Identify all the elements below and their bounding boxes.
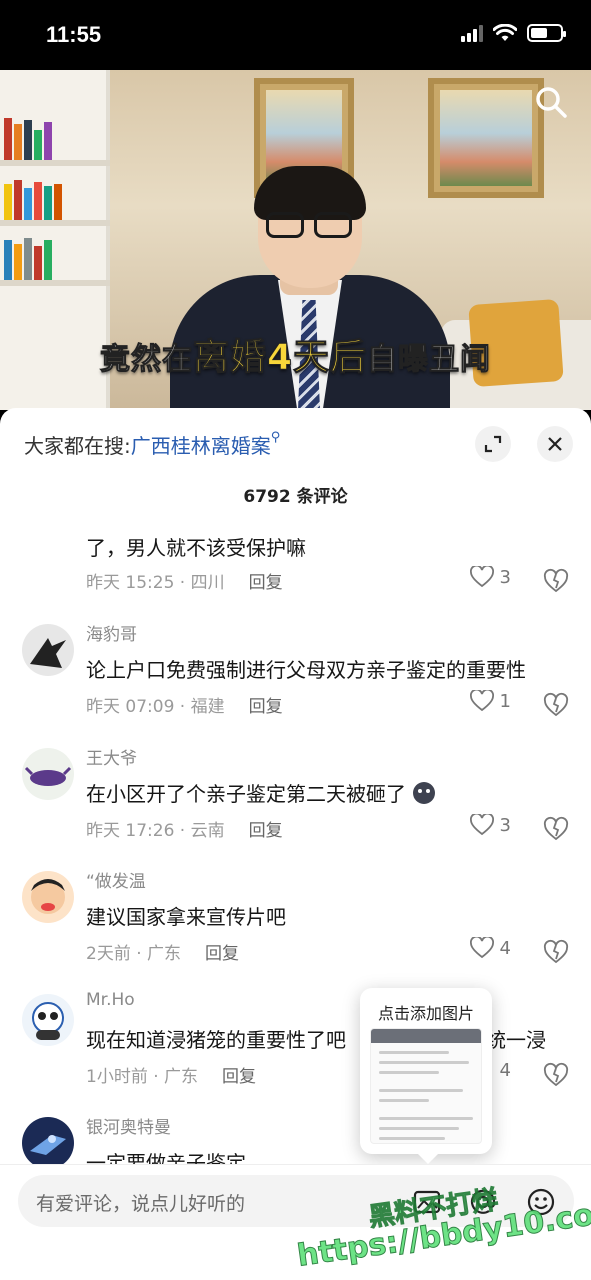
comment-sheet: 大家都在搜:广西桂林离婚案⚲ 6792 条评论 了，男人就不该受保护嘛 昨天 1… bbox=[0, 408, 591, 1280]
like-button[interactable]: 3 bbox=[469, 566, 511, 588]
reply-button[interactable]: 回复 bbox=[249, 692, 283, 717]
avatar[interactable] bbox=[22, 994, 74, 1046]
comment-time: 2天前 · 广东 bbox=[86, 944, 182, 964]
broken-heart-icon[interactable] bbox=[543, 568, 569, 594]
add-image-tooltip[interactable]: 点击添加图片 bbox=[360, 988, 492, 1164]
comment-username[interactable]: 海豹哥 bbox=[86, 620, 137, 645]
small-search-icon: ⚲ bbox=[270, 430, 281, 445]
caption-text-post: 自曝丑闻 bbox=[367, 342, 492, 378]
comment-text: 了，男人就不该受保护嘛 bbox=[86, 536, 306, 560]
avatar[interactable] bbox=[22, 748, 74, 800]
caption-text-pre: 竟然在 bbox=[99, 342, 193, 378]
battery-icon bbox=[527, 24, 566, 42]
comment-meta: 昨天 17:26 · 云南 回复 bbox=[86, 816, 283, 841]
heart-icon bbox=[469, 814, 494, 836]
status-icons bbox=[461, 24, 566, 42]
like-button[interactable]: 4 bbox=[469, 937, 511, 959]
heart-icon bbox=[469, 937, 494, 959]
caption-highlight: 离婚4天后 bbox=[192, 337, 368, 379]
comment-time: 昨天 17:26 · 云南 bbox=[86, 821, 225, 841]
expand-button[interactable] bbox=[475, 426, 511, 462]
avatar-image bbox=[30, 638, 66, 668]
avatar[interactable] bbox=[22, 624, 74, 676]
comment-text: 现在知道浸猪笼的重要性了吧 bbox=[86, 1028, 346, 1052]
comment-input-placeholder: 有爱评论，说点儿好听的 bbox=[36, 1193, 246, 1215]
heart-icon bbox=[469, 566, 494, 588]
comment-username[interactable]: Mr.Ho bbox=[86, 990, 135, 1010]
video-caption: 竟然在离婚4天后自曝丑闻 bbox=[0, 328, 591, 380]
avatar[interactable] bbox=[22, 1117, 74, 1169]
like-count: 1 bbox=[499, 690, 511, 712]
search-suggestion[interactable]: 大家都在搜:广西桂林离婚案⚲ bbox=[24, 430, 280, 459]
comment-time: 昨天 07:09 · 福建 bbox=[86, 697, 225, 717]
comment-meta: 1小时前 · 广东 回复 bbox=[86, 1062, 256, 1087]
painting-right bbox=[428, 78, 544, 198]
comment-time: 昨天 15:25 · 四川 bbox=[86, 573, 225, 593]
avatar-image bbox=[30, 1135, 66, 1155]
like-button[interactable]: 3 bbox=[469, 814, 511, 836]
broken-heart-icon[interactable] bbox=[543, 816, 569, 842]
comment-text: 在小区开了个亲子鉴定第二天被砸了 bbox=[86, 778, 436, 807]
like-count: 3 bbox=[499, 566, 511, 588]
comment-text-body: 在小区开了个亲子鉴定第二天被砸了 bbox=[86, 782, 406, 806]
add-image-tooltip-title: 点击添加图片 bbox=[377, 1004, 474, 1023]
avatar-image bbox=[31, 879, 65, 914]
broken-heart-icon[interactable] bbox=[543, 692, 569, 718]
video-player[interactable]: 竟然在离婚4天后自曝丑闻 bbox=[0, 70, 591, 410]
search-suggestion-keyword[interactable]: 广西桂林离婚案 bbox=[131, 434, 271, 458]
expand-icon bbox=[484, 435, 502, 453]
comment-meta: 昨天 15:25 · 四川 回复 bbox=[86, 568, 283, 593]
wifi-icon bbox=[493, 24, 517, 41]
broken-heart-icon[interactable] bbox=[543, 939, 569, 965]
reply-button[interactable]: 回复 bbox=[205, 939, 239, 964]
like-button[interactable]: 4 bbox=[500, 1060, 511, 1081]
reply-button[interactable]: 回复 bbox=[249, 568, 283, 593]
avatar-image bbox=[24, 766, 72, 786]
search-suggestion-prefix: 大家都在搜: bbox=[24, 434, 131, 458]
like-button[interactable]: 1 bbox=[469, 690, 511, 712]
close-icon bbox=[548, 437, 562, 451]
glasses bbox=[266, 212, 356, 240]
screenshot-thumbnail[interactable] bbox=[370, 1028, 482, 1144]
heart-icon bbox=[469, 690, 494, 712]
comment-username[interactable]: 王大爷 bbox=[86, 744, 137, 769]
avatar[interactable] bbox=[22, 871, 74, 923]
comment-time: 1小时前 · 广东 bbox=[86, 1067, 199, 1087]
status-time: 11:55 bbox=[46, 22, 102, 47]
like-count: 3 bbox=[499, 814, 511, 836]
like-count: 4 bbox=[499, 937, 511, 959]
search-icon[interactable] bbox=[533, 84, 569, 120]
close-button[interactable] bbox=[537, 426, 573, 462]
reply-button[interactable]: 回复 bbox=[222, 1062, 256, 1087]
like-count: 4 bbox=[499, 1060, 511, 1081]
cellular-signal-icon bbox=[461, 24, 483, 42]
comment-text: 建议国家拿来宣传片吧 bbox=[86, 905, 286, 929]
comment-count: 6792 条评论 bbox=[243, 487, 348, 507]
avatar-image bbox=[32, 1002, 64, 1040]
comment-meta: 昨天 07:09 · 福建 回复 bbox=[86, 692, 283, 717]
broken-heart-icon[interactable] bbox=[543, 1062, 569, 1088]
comment-username[interactable]: “做发温 bbox=[86, 867, 146, 892]
comment-meta: 2天前 · 广东 回复 bbox=[86, 939, 239, 964]
emoji-sticker-icon bbox=[413, 782, 436, 804]
reply-button[interactable]: 回复 bbox=[249, 816, 283, 841]
comment-text: 论上户口免费强制进行父母双方亲子鉴定的重要性 bbox=[86, 658, 526, 682]
comment-text-tail: 统一浸 bbox=[486, 1028, 546, 1052]
comment-username[interactable]: 银河奥特曼 bbox=[86, 1113, 171, 1138]
status-bar: 11:55 bbox=[0, 0, 591, 70]
